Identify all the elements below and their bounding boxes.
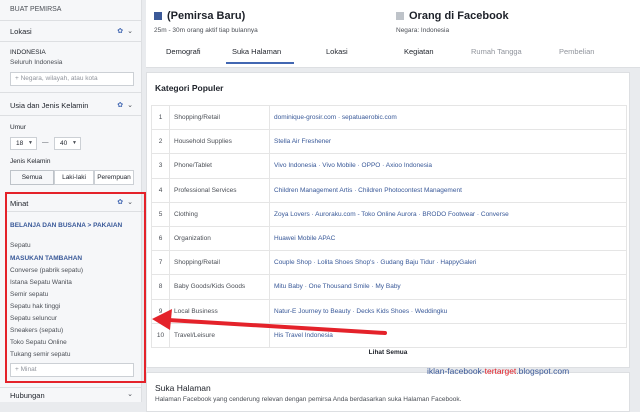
tab-suka-halaman[interactable]: Suka Halaman bbox=[232, 47, 281, 56]
gear-icon[interactable]: ✿ bbox=[117, 102, 123, 109]
row-pages[interactable]: Children Management Artis · Children Pho… bbox=[269, 177, 627, 203]
kategori-row: 2 Household Supplies Stella Air Freshener bbox=[151, 129, 627, 155]
sidebar-title: BUAT PEMIRSA bbox=[10, 6, 62, 13]
row-pages[interactable]: Huawei Mobile APAC bbox=[269, 225, 627, 252]
row-category: Professional Services bbox=[169, 177, 270, 203]
row-number: 8 bbox=[151, 274, 170, 300]
tab-bar: Demografi Suka Halaman Lokasi Kegiatan R… bbox=[146, 41, 640, 64]
row-pages[interactable]: dominique-grosir.com · sepatuaerobic.com bbox=[269, 104, 627, 131]
row-pages[interactable]: His Travel Indonesia bbox=[269, 322, 627, 348]
suka-halaman-panel: Suka Halaman Halaman Facebook yang cende… bbox=[146, 372, 630, 412]
tab-kegiatan[interactable]: Kegiatan bbox=[404, 47, 434, 56]
tab-rumah-tangga[interactable]: Rumah Tangga bbox=[471, 47, 522, 56]
comparison-country: Negara: Indonesia bbox=[396, 27, 450, 34]
lokasi-scope: Seluruh Indonesia bbox=[10, 59, 63, 66]
gender-label: Jenis Kelamin bbox=[10, 158, 51, 165]
watermark-part-3: .blogspot.com bbox=[516, 366, 570, 376]
row-pages[interactable]: Stella Air Freshener bbox=[269, 129, 627, 155]
gender-male-button[interactable]: Laki-laki bbox=[54, 170, 94, 185]
kategori-row: 7 Shopping/Retail Couple Shop · Lolita Sho… bbox=[151, 250, 627, 276]
tab-demografi[interactable]: Demografi bbox=[166, 47, 201, 56]
divider bbox=[0, 92, 142, 93]
age-max-value: 40 bbox=[60, 140, 68, 147]
row-number: 2 bbox=[151, 129, 170, 155]
row-number: 7 bbox=[151, 250, 170, 276]
row-pages[interactable]: Zoya Lovers · Auroraku.com - Toko Online… bbox=[269, 201, 627, 227]
row-pages[interactable]: Vivo Indonesia · Vivo Mobile · OPPO · Ax… bbox=[269, 153, 627, 179]
tab-pembelian[interactable]: Pembelian bbox=[559, 47, 594, 56]
row-category: Baby Goods/Kids Goods bbox=[169, 274, 270, 300]
row-category: Shopping/Retail bbox=[169, 250, 270, 276]
watermark-part-1: iklan-facebook- bbox=[427, 366, 485, 376]
age-min-value: 18 bbox=[16, 140, 24, 147]
active-tab-indicator bbox=[226, 62, 294, 64]
row-number: 1 bbox=[151, 104, 170, 131]
usia-header: Usia dan Jenis Kelamin bbox=[10, 101, 89, 110]
kategori-row: 1 Shopping/Retail dominique-grosir.com · s… bbox=[151, 104, 627, 131]
row-category: Local Business bbox=[169, 298, 270, 324]
row-number: 4 bbox=[151, 177, 170, 203]
lokasi-tools[interactable]: ✿ ⌄ bbox=[117, 27, 133, 35]
tab-lokasi[interactable]: Lokasi bbox=[326, 47, 348, 56]
chevron-down-icon: ▼ bbox=[72, 140, 77, 146]
kategori-row: 6 Organization Huawei Mobile APAC bbox=[151, 225, 627, 252]
kategori-row: 9 Local Business Natur-E Journey to Beauty… bbox=[151, 298, 627, 324]
comparison-color-swatch bbox=[396, 12, 404, 20]
watermark-part-2: tertarget bbox=[484, 366, 517, 376]
audience-title: (Pemirsa Baru) bbox=[167, 10, 246, 22]
highlight-box bbox=[5, 192, 146, 383]
kategori-row: 5 Clothing Zoya Lovers · Auroraku.com - To… bbox=[151, 201, 627, 227]
kategori-table: 1 Shopping/Retail dominique-grosir.com · s… bbox=[151, 104, 627, 348]
audience-color-swatch bbox=[154, 12, 162, 20]
kategori-panel: Kategori Populer 1 Shopping/Retail dominiq… bbox=[146, 72, 630, 368]
row-category: Shopping/Retail bbox=[169, 104, 270, 131]
divider bbox=[0, 41, 142, 42]
chevron-down-icon: ▼ bbox=[28, 140, 33, 146]
row-number: 3 bbox=[151, 153, 170, 179]
row-pages[interactable]: Natur-E Journey to Beauty · Decks Kids S… bbox=[269, 298, 627, 324]
gear-icon[interactable]: ✿ bbox=[117, 28, 123, 35]
suka-halaman-title: Suka Halaman bbox=[155, 383, 211, 393]
row-pages[interactable]: Mitu Baby · One Thousand Smile · My Baby bbox=[269, 274, 627, 300]
age-min-select[interactable]: 18 ▼ bbox=[10, 137, 37, 150]
divider bbox=[0, 387, 142, 388]
lokasi-country: INDONESIA bbox=[10, 49, 46, 56]
age-dash: — bbox=[42, 139, 49, 146]
gender-female-button[interactable]: Perempuan bbox=[94, 170, 134, 185]
hubungan-header: Hubungan bbox=[10, 391, 45, 400]
kategori-row: 8 Baby Goods/Kids Goods Mitu Baby · One Th… bbox=[151, 274, 627, 300]
row-number: 5 bbox=[151, 201, 170, 227]
kategori-title: Kategori Populer bbox=[155, 83, 224, 93]
comparison-title: Orang di Facebook bbox=[409, 10, 509, 22]
row-category: Organization bbox=[169, 225, 270, 252]
usia-tools[interactable]: ✿ ⌄ bbox=[117, 101, 133, 109]
watermark: iklan-facebook-tertarget.blogspot.com bbox=[427, 366, 569, 376]
row-number: 6 bbox=[151, 225, 170, 252]
kategori-row: 10 Travel/Leisure His Travel Indonesia bbox=[151, 322, 627, 348]
row-number: 9 bbox=[151, 298, 170, 324]
row-category: Phone/Tablet bbox=[169, 153, 270, 179]
row-number: 10 bbox=[151, 322, 170, 348]
gender-all-button[interactable]: Semua bbox=[10, 170, 54, 185]
divider bbox=[0, 115, 142, 116]
kategori-row: 4 Professional Services Children Managemen… bbox=[151, 177, 627, 203]
audience-size: 25m - 30m orang aktif tiap bulannya bbox=[154, 27, 258, 34]
lokasi-header: Lokasi bbox=[10, 27, 32, 36]
row-category: Household Supplies bbox=[169, 129, 270, 155]
chevron-down-icon[interactable]: ⌄ bbox=[127, 102, 133, 109]
age-label: Umur bbox=[10, 124, 26, 131]
kategori-row: 3 Phone/Tablet Vivo Indonesia · Vivo Mobil… bbox=[151, 153, 627, 179]
chevron-down-icon[interactable]: ⌄ bbox=[127, 28, 133, 35]
row-category: Clothing bbox=[169, 201, 270, 227]
row-category: Travel/Leisure bbox=[169, 322, 270, 348]
chevron-down-icon[interactable]: ⌄ bbox=[127, 391, 133, 398]
age-max-select[interactable]: 40 ▼ bbox=[54, 137, 81, 150]
hubungan-tools[interactable]: ⌄ bbox=[127, 390, 133, 398]
see-all-link[interactable]: Lihat Semua bbox=[147, 349, 629, 356]
row-pages[interactable]: Couple Shop · Lolita Shoes Shop's · Guda… bbox=[269, 250, 627, 276]
divider bbox=[0, 20, 142, 21]
lokasi-input[interactable]: + Negara, wilayah, atau kota bbox=[10, 72, 134, 86]
